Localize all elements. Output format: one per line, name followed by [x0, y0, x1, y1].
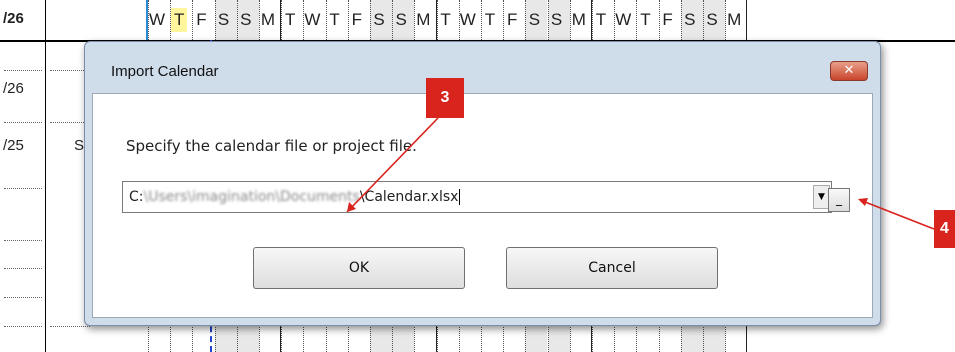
day-label: T: [284, 10, 296, 29]
cancel-button[interactable]: Cancel: [506, 247, 718, 289]
row-divider: [50, 326, 90, 327]
browse-icon: _: [836, 192, 842, 206]
task-cell: S: [74, 137, 85, 154]
day-label: S: [240, 10, 252, 29]
callout-4-badge: 4: [934, 210, 955, 248]
day-label: S: [395, 10, 407, 29]
day-label: S: [684, 10, 696, 29]
day-label: M: [260, 10, 276, 29]
dialog-titlebar[interactable]: Import Calendar ✕: [85, 42, 880, 94]
import-calendar-dialog: Import Calendar ✕ Specify the calendar f…: [84, 41, 881, 326]
day-label: T: [440, 10, 451, 29]
text-cursor: [459, 189, 461, 205]
row-divider: [4, 122, 42, 123]
row-divider: [4, 326, 42, 327]
prompt-label: Specify the calendar file or project fil…: [126, 137, 417, 155]
day-label: W: [304, 10, 321, 29]
file-path-value[interactable]: C:\Users\imagination\Documents\Calendar.…: [129, 189, 461, 205]
path-drive: C:: [129, 189, 144, 205]
day-label: T: [595, 10, 607, 29]
day-label: S: [217, 10, 230, 29]
day-label: M: [571, 10, 586, 29]
day-label: M: [727, 10, 742, 29]
date-cell: /25: [3, 137, 24, 154]
day-label: T: [484, 10, 496, 29]
day-label: W: [459, 10, 476, 29]
day-label: S: [528, 10, 541, 29]
date-cell: /26: [3, 80, 24, 97]
day-label: S: [373, 10, 385, 29]
row-divider: [4, 188, 42, 189]
day-label: W: [615, 10, 632, 29]
file-path-combobox[interactable]: C:\Users\imagination\Documents\Calendar.…: [122, 181, 832, 213]
day-label: T: [329, 10, 340, 29]
path-folder-blurred: \Users\imagination\Documents: [143, 189, 360, 205]
row-divider: [4, 70, 42, 71]
close-button[interactable]: ✕: [830, 61, 868, 81]
dialog-title: Import Calendar: [111, 63, 219, 80]
row-divider: [4, 297, 42, 298]
day-label: S: [706, 10, 718, 29]
day-label: W: [149, 10, 166, 29]
day-label: F: [506, 10, 518, 29]
day-label: S: [550, 10, 563, 29]
day-label: F: [351, 10, 362, 29]
day-label: F: [196, 10, 207, 29]
chevron-down-icon: ▼: [818, 192, 825, 202]
day-label: T: [171, 8, 188, 32]
dialog-body: Specify the calendar file or project fil…: [92, 93, 873, 318]
day-label: T: [640, 10, 651, 29]
date-cell-header: /26: [3, 10, 24, 27]
row-divider: [4, 240, 42, 241]
day-label: F: [662, 10, 673, 29]
date-column: /26 /26 /25: [0, 0, 46, 352]
close-icon: ✕: [843, 63, 855, 78]
path-filename: \Calendar.xlsx: [359, 189, 459, 205]
day-label: M: [416, 10, 431, 29]
callout-3-badge: 3: [426, 78, 464, 118]
browse-button[interactable]: _: [828, 188, 850, 212]
row-divider: [4, 268, 42, 269]
ok-button[interactable]: OK: [253, 247, 465, 289]
